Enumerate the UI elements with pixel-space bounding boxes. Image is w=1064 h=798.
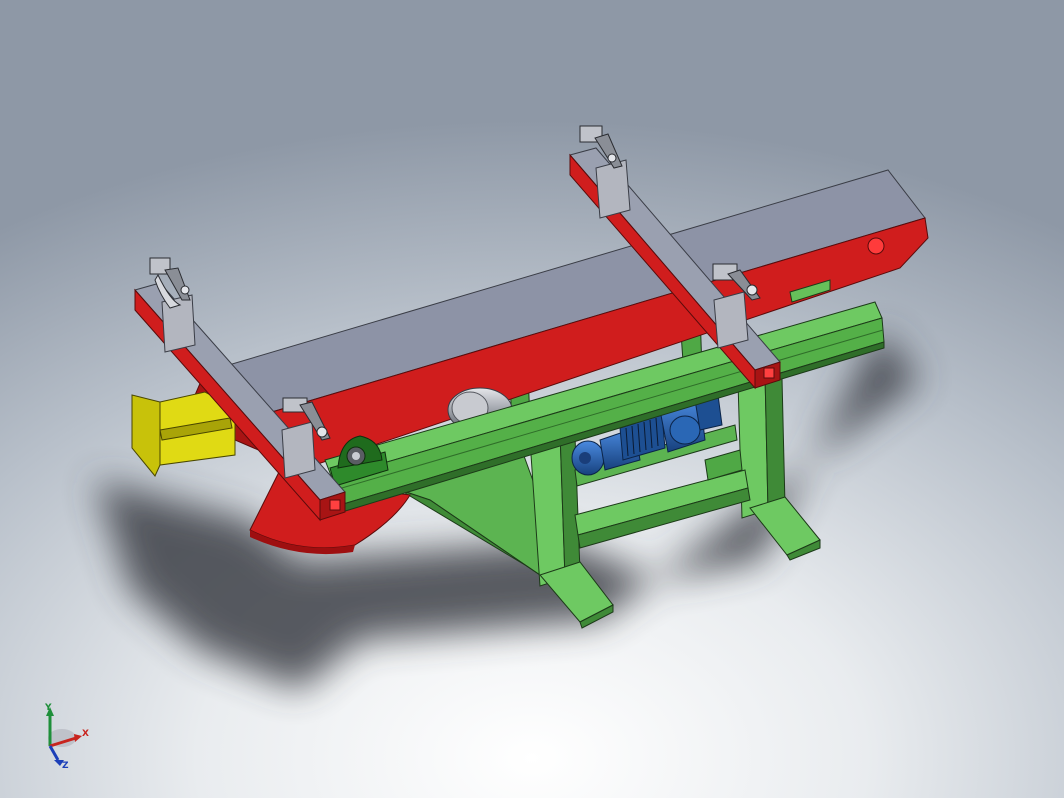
z-axis-label: Z (62, 761, 69, 768)
x-axis-label: X (82, 729, 89, 739)
y-axis-label: Y (44, 703, 52, 713)
cad-viewport[interactable]: Y X Z (0, 0, 1064, 798)
model-scene[interactable] (0, 0, 1064, 798)
coordinate-triad-icon[interactable]: Y X Z (38, 702, 98, 771)
z-axis (48, 745, 60, 761)
